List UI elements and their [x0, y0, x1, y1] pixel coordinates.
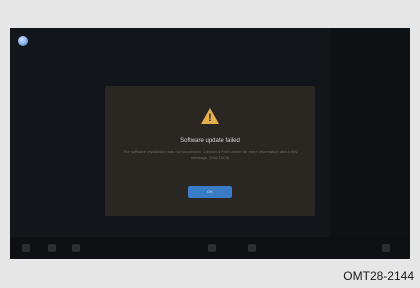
right-panel — [330, 28, 410, 259]
bottom-dock — [10, 237, 410, 259]
dialog-message: The software installation was not succes… — [122, 149, 298, 160]
dock-climate-icon[interactable] — [208, 244, 216, 252]
dock-audio-icon[interactable] — [48, 244, 56, 252]
dock-home-icon[interactable] — [22, 244, 30, 252]
figure-caption: OMT28-2144 — [343, 269, 414, 283]
photo-frame: ! Software update failed The software in… — [0, 0, 420, 288]
dialog-title: Software update failed — [180, 138, 240, 144]
profile-icon[interactable] — [18, 36, 28, 46]
dock-fan-icon[interactable] — [248, 244, 256, 252]
update-failed-dialog: ! Software update failed The software in… — [105, 86, 315, 216]
dock-phone-icon[interactable] — [72, 244, 80, 252]
display-screen: ! Software update failed The software in… — [10, 28, 410, 259]
warning-mark: ! — [208, 112, 212, 124]
ok-button[interactable]: OK — [188, 186, 232, 198]
dock-settings-icon[interactable] — [382, 244, 390, 252]
